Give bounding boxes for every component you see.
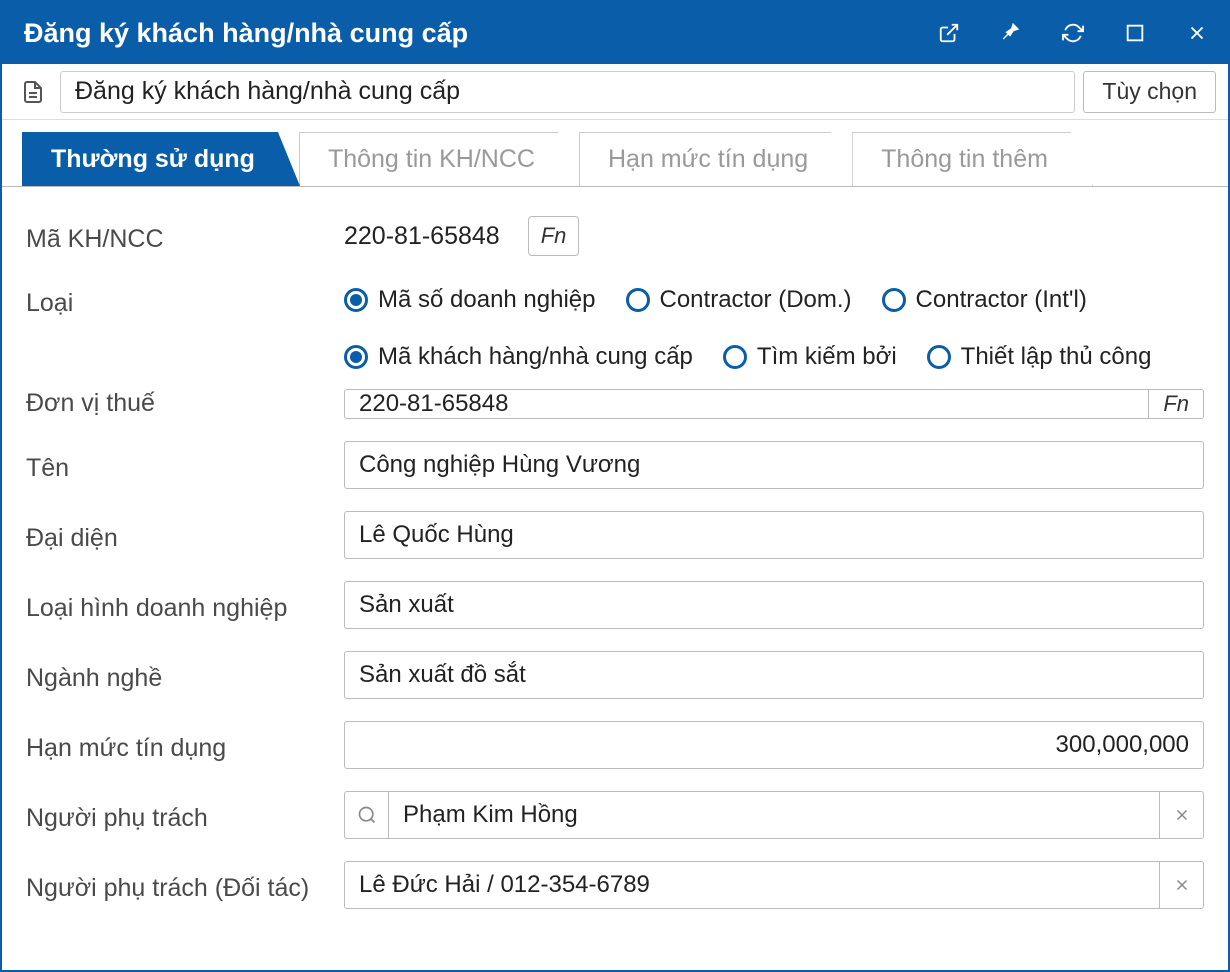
partner-input[interactable] — [345, 862, 1159, 908]
radio-business-code[interactable]: Mã số doanh nghiệp — [344, 286, 596, 314]
industry-input[interactable] — [344, 651, 1204, 699]
credit-input[interactable] — [344, 721, 1204, 769]
tab-bar: Thường sử dụng Thông tin KH/NCC Hạn mức … — [2, 120, 1228, 187]
document-icon — [14, 73, 52, 111]
tax-input[interactable] — [345, 390, 1148, 418]
radio-icon — [723, 345, 747, 369]
radio-icon — [882, 288, 906, 312]
popout-icon — [938, 22, 960, 44]
radio-label: Thiết lập thủ công — [961, 343, 1152, 371]
refresh-button[interactable] — [1042, 2, 1104, 64]
manager-label: Người phụ trách — [26, 798, 344, 833]
biztype-input[interactable] — [344, 581, 1204, 629]
radio-icon — [344, 345, 368, 369]
code-fn-button[interactable]: Fn — [528, 216, 580, 256]
partner-label: Người phụ trách (Đối tác) — [26, 868, 344, 903]
name-input[interactable] — [344, 441, 1204, 489]
radio-label: Contractor (Dom.) — [660, 286, 852, 314]
radio-label: Mã số doanh nghiệp — [378, 286, 596, 314]
radio-icon — [927, 345, 951, 369]
maximize-icon — [1124, 22, 1146, 44]
radio-icon — [626, 288, 650, 312]
tax-label: Đơn vị thuế — [26, 343, 344, 418]
tab-customer-info[interactable]: Thông tin KH/NCC — [299, 132, 580, 186]
tab-credit-limit[interactable]: Hạn mức tín dụng — [579, 132, 853, 186]
radio-search-by[interactable]: Tìm kiếm bởi — [723, 343, 897, 371]
type-label: Loại — [26, 283, 344, 318]
manager-clear-button[interactable] — [1159, 792, 1203, 838]
code-label: Mã KH/NCC — [26, 219, 344, 254]
radio-contractor-dom[interactable]: Contractor (Dom.) — [626, 286, 852, 314]
rep-input[interactable] — [344, 511, 1204, 559]
credit-label: Hạn mức tín dụng — [26, 728, 344, 763]
options-button[interactable]: Tùy chọn — [1083, 71, 1216, 113]
radio-label: Mã khách hàng/nhà cung cấp — [378, 343, 693, 371]
tab-additional-info[interactable]: Thông tin thêm — [852, 132, 1093, 186]
radio-contractor-intl[interactable]: Contractor (Int'l) — [882, 286, 1087, 314]
radio-customer-code[interactable]: Mã khách hàng/nhà cung cấp — [344, 343, 693, 371]
tab-frequently-used[interactable]: Thường sử dụng — [22, 132, 300, 186]
radio-manual-setup[interactable]: Thiết lập thủ công — [927, 343, 1152, 371]
radio-label: Contractor (Int'l) — [916, 286, 1087, 314]
clear-icon — [1173, 876, 1191, 894]
search-icon — [357, 805, 377, 825]
tax-fn-button[interactable]: Fn — [1148, 390, 1203, 418]
pin-button[interactable] — [980, 2, 1042, 64]
radio-label: Tìm kiếm bởi — [757, 343, 897, 371]
partner-clear-button[interactable] — [1159, 862, 1203, 908]
window-title: Đăng ký khách hàng/nhà cung cấp — [24, 18, 468, 49]
maximize-button[interactable] — [1104, 2, 1166, 64]
clear-icon — [1173, 806, 1191, 824]
industry-label: Ngành nghề — [26, 658, 344, 693]
close-icon — [1186, 22, 1208, 44]
biztype-label: Loại hình doanh nghiệp — [26, 588, 344, 623]
titlebar-actions — [918, 2, 1228, 64]
name-label: Tên — [26, 448, 344, 483]
manager-search-button[interactable] — [345, 792, 389, 838]
pin-icon — [1000, 22, 1022, 44]
refresh-icon — [1062, 22, 1084, 44]
radio-icon — [344, 288, 368, 312]
popout-button[interactable] — [918, 2, 980, 64]
rep-label: Đại diện — [26, 518, 344, 553]
breadcrumb[interactable]: Đăng ký khách hàng/nhà cung cấp — [60, 71, 1075, 113]
close-button[interactable] — [1166, 2, 1228, 64]
code-value: 220-81-65848 — [344, 222, 518, 251]
manager-input[interactable] — [389, 792, 1159, 838]
